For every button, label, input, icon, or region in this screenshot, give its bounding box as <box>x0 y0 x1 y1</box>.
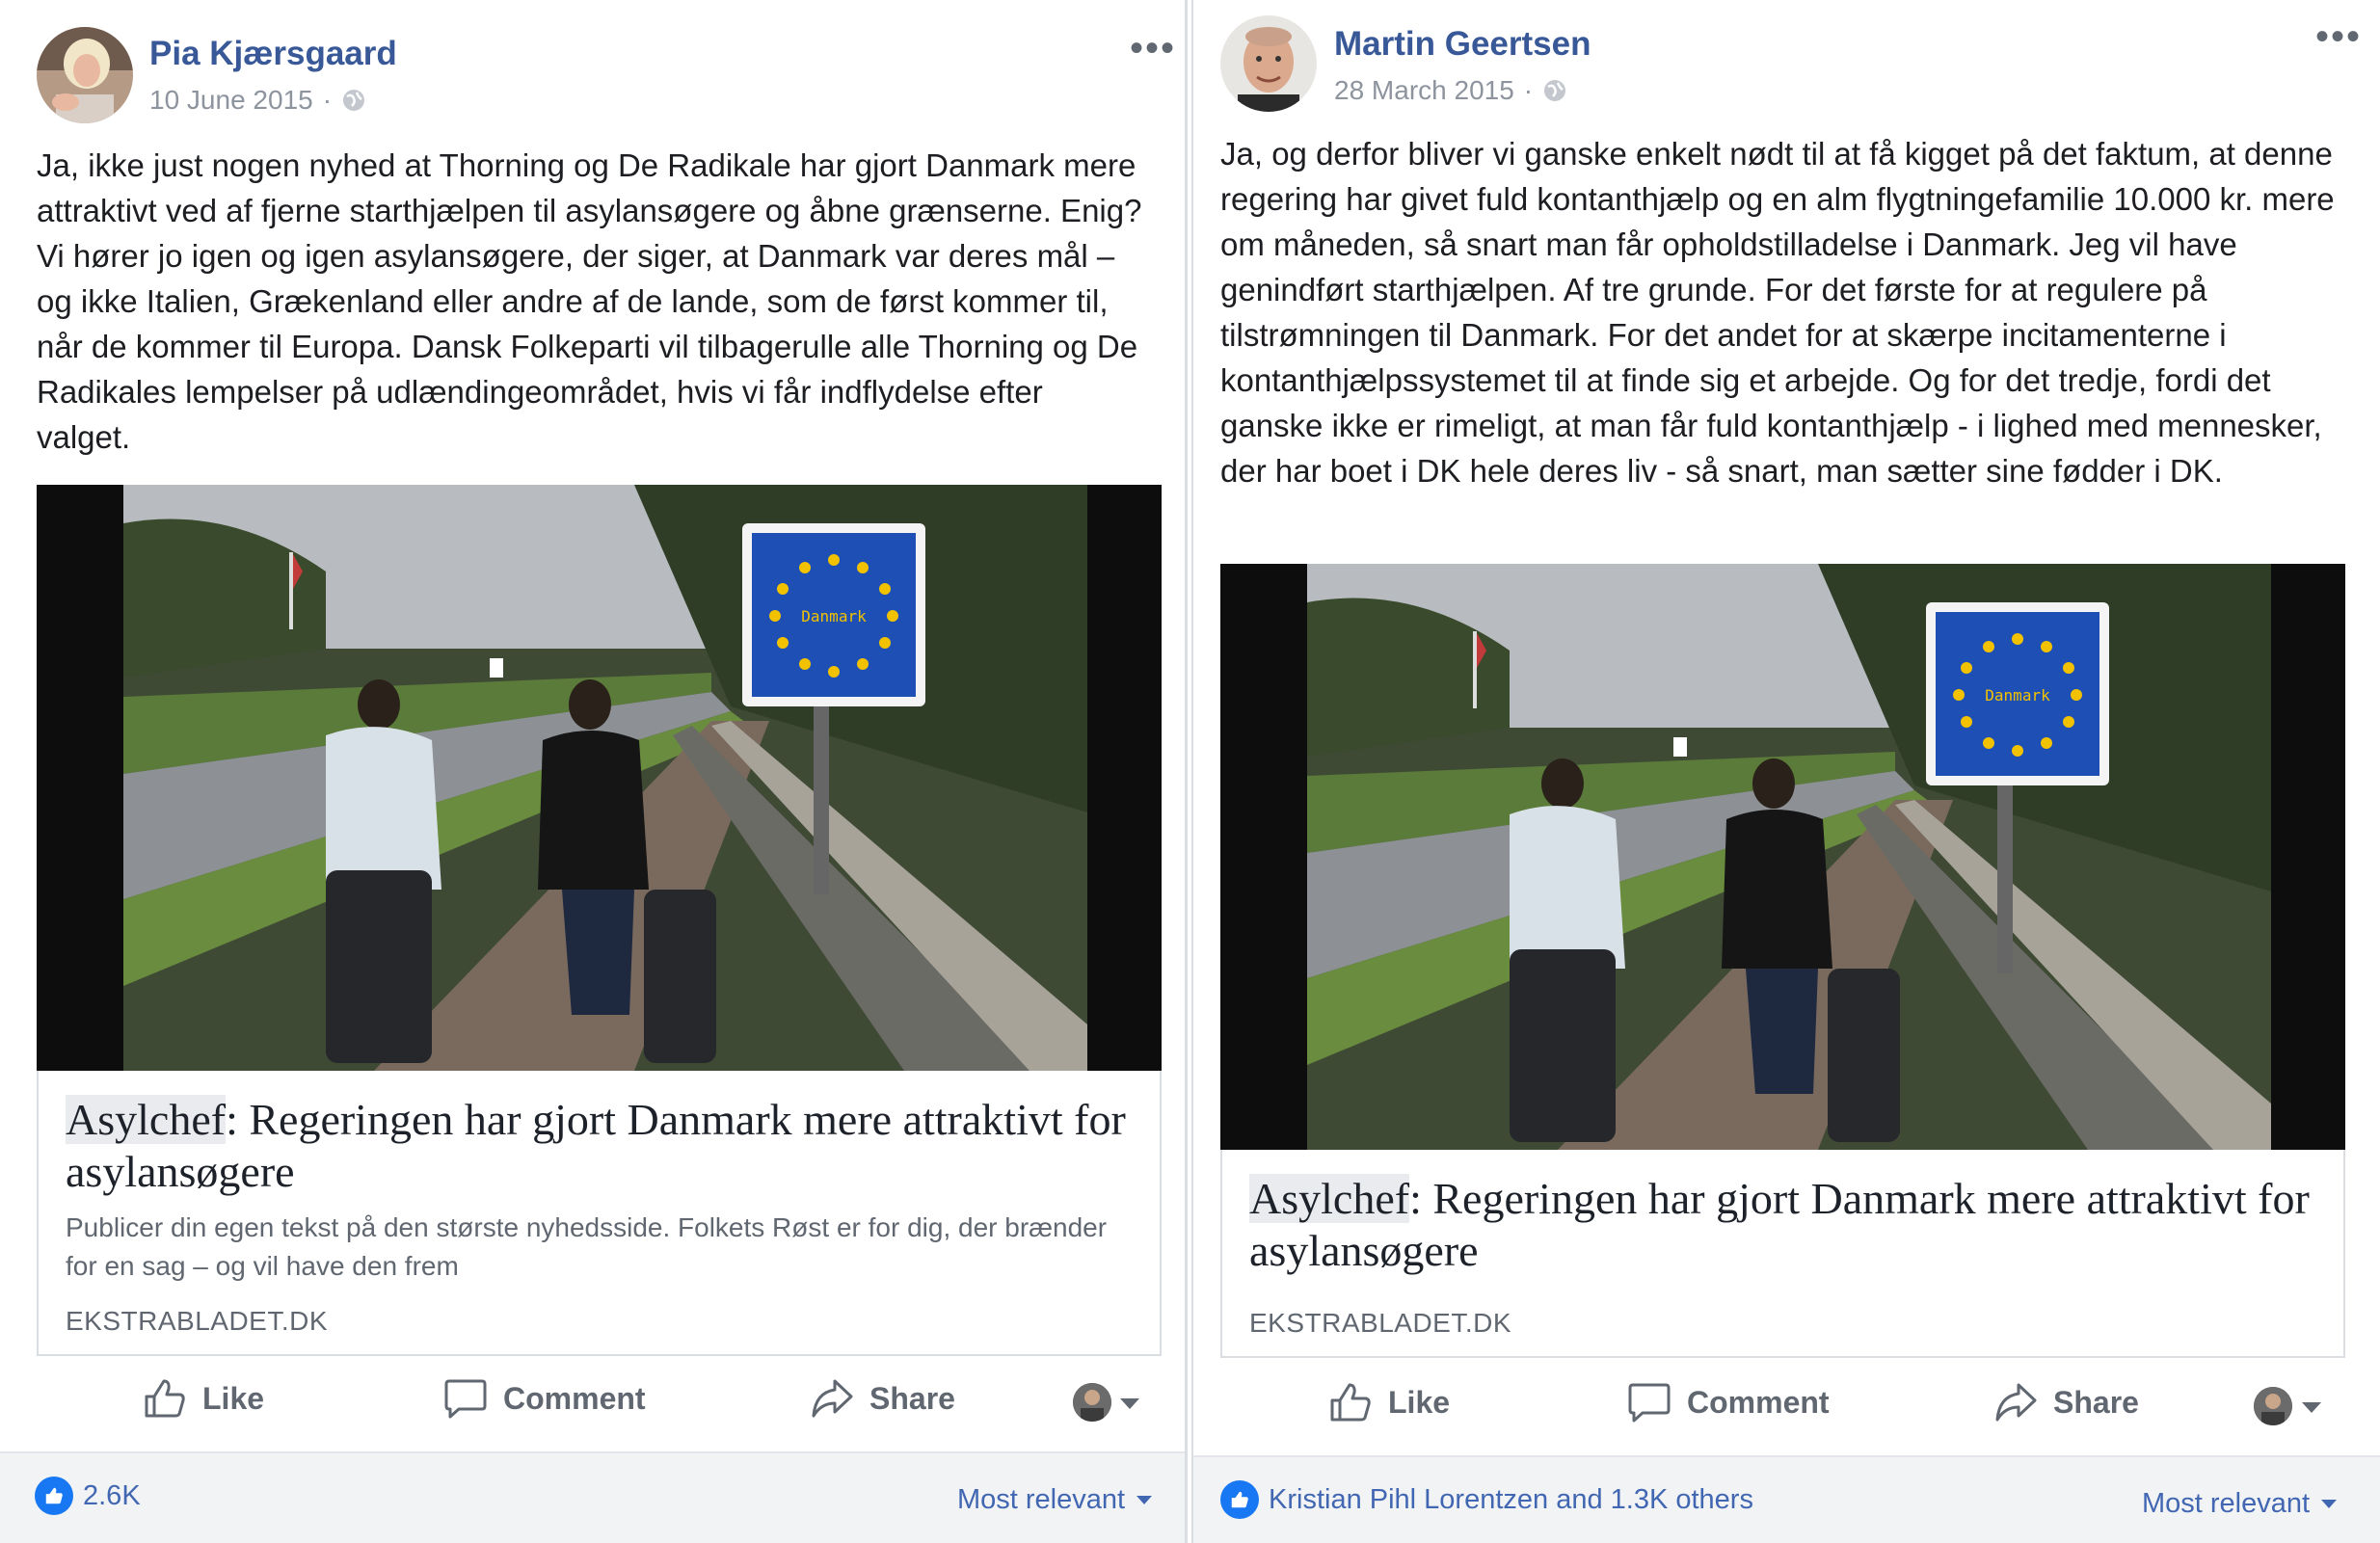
like-label: Like <box>1388 1384 1451 1420</box>
share-label: Share <box>869 1380 955 1416</box>
sort-label: Most relevant <box>2142 1488 2311 1519</box>
globe-icon <box>1542 78 1567 103</box>
share-arrow-icon <box>812 1379 853 1418</box>
link-preview-image[interactable]: Danmark <box>37 485 1162 1071</box>
chevron-down-icon <box>2321 1500 2338 1508</box>
link-title-highlight: Asylchef <box>1249 1174 1410 1223</box>
comment-label: Comment <box>1687 1384 1830 1420</box>
sort-dropdown[interactable]: Most relevant <box>957 1484 1153 1516</box>
post-card: Martin Geertsen 28 March 2015 · ••• Ja, … <box>1191 0 2380 1543</box>
more-options-icon[interactable]: ••• <box>2315 17 2362 56</box>
sort-dropdown[interactable]: Most relevant <box>2142 1488 2338 1520</box>
chevron-down-icon <box>1137 1496 1153 1504</box>
post-meta: 28 March 2015 · <box>1334 75 1567 106</box>
avatar[interactable] <box>37 27 133 123</box>
like-button[interactable]: Like <box>1328 1381 1450 1423</box>
link-description: Publicer din egen tekst på den største n… <box>66 1212 1108 1281</box>
share-label: Share <box>2053 1384 2139 1420</box>
reaction-count[interactable]: 2.6K <box>83 1480 141 1512</box>
link-title-highlight: Asylchef <box>66 1095 227 1144</box>
sign-text: Danmark <box>1985 686 2050 705</box>
meta-separator: · <box>1523 75 1534 105</box>
reactions-bar: Kristian Pihl Lorentzen and 1.3K others … <box>1193 1455 2380 1543</box>
link-preview[interactable]: Asylchef: Regeringen har gjort Danmark m… <box>1220 1150 2345 1358</box>
link-title[interactable]: Asylchef: Regeringen har gjort Danmark m… <box>1249 1173 2319 1277</box>
post-text: Ja, og derfor bliver vi ganske enkelt nø… <box>1220 136 2335 489</box>
post-text: Ja, ikke just nogen nyhed at Thorning og… <box>37 147 1142 455</box>
like-label: Like <box>202 1380 265 1416</box>
reactions-bar: 2.6K Most relevant <box>0 1451 1185 1543</box>
like-reaction-icon <box>35 1476 73 1515</box>
speech-bubble-icon <box>444 1379 487 1419</box>
comment-button[interactable]: Comment <box>443 1377 646 1420</box>
thumbs-up-icon <box>145 1379 185 1418</box>
avatar[interactable] <box>1220 15 1317 112</box>
post-card: Pia Kjærsgaard 10 June 2015 · ••• Ja, ik… <box>0 0 1188 1543</box>
share-button[interactable]: Share <box>810 1377 955 1420</box>
link-preview[interactable]: Asylchef: Regeringen har gjort Danmark m… <box>37 1071 1162 1356</box>
globe-icon <box>341 88 366 113</box>
sign-text: Danmark <box>801 607 867 625</box>
author-name[interactable]: Pia Kjærsgaard <box>149 35 397 73</box>
sort-label: Most relevant <box>957 1484 1126 1515</box>
post-date[interactable]: 28 March 2015 <box>1334 75 1514 106</box>
comment-button[interactable]: Comment <box>1627 1381 1830 1423</box>
meta-separator: · <box>322 85 333 115</box>
more-options-icon[interactable]: ••• <box>1130 29 1176 67</box>
audience-avatar[interactable] <box>2254 1387 2292 1425</box>
chevron-down-icon[interactable] <box>1120 1398 1139 1409</box>
comment-label: Comment <box>503 1380 646 1416</box>
like-reaction-icon <box>1220 1480 1259 1519</box>
like-button[interactable]: Like <box>143 1377 264 1420</box>
link-domain: EKSTRABLADET.DK <box>1249 1308 1512 1338</box>
chevron-down-icon[interactable] <box>2302 1402 2321 1413</box>
speech-bubble-icon <box>1628 1383 1671 1423</box>
link-domain: EKSTRABLADET.DK <box>66 1306 329 1336</box>
link-title[interactable]: Asylchef: Regeringen har gjort Danmark m… <box>66 1094 1136 1198</box>
reaction-summary[interactable]: Kristian Pihl Lorentzen and 1.3K others <box>1269 1484 1753 1516</box>
share-button[interactable]: Share <box>1993 1381 2139 1423</box>
thumbs-up-icon <box>1330 1383 1371 1422</box>
audience-avatar[interactable] <box>1073 1383 1111 1422</box>
author-name[interactable]: Martin Geertsen <box>1334 25 1591 64</box>
post-meta: 10 June 2015 · <box>149 85 366 116</box>
link-preview-image[interactable]: Danmark <box>1220 564 2345 1150</box>
share-arrow-icon <box>1995 1383 2037 1422</box>
post-date[interactable]: 10 June 2015 <box>149 85 313 116</box>
